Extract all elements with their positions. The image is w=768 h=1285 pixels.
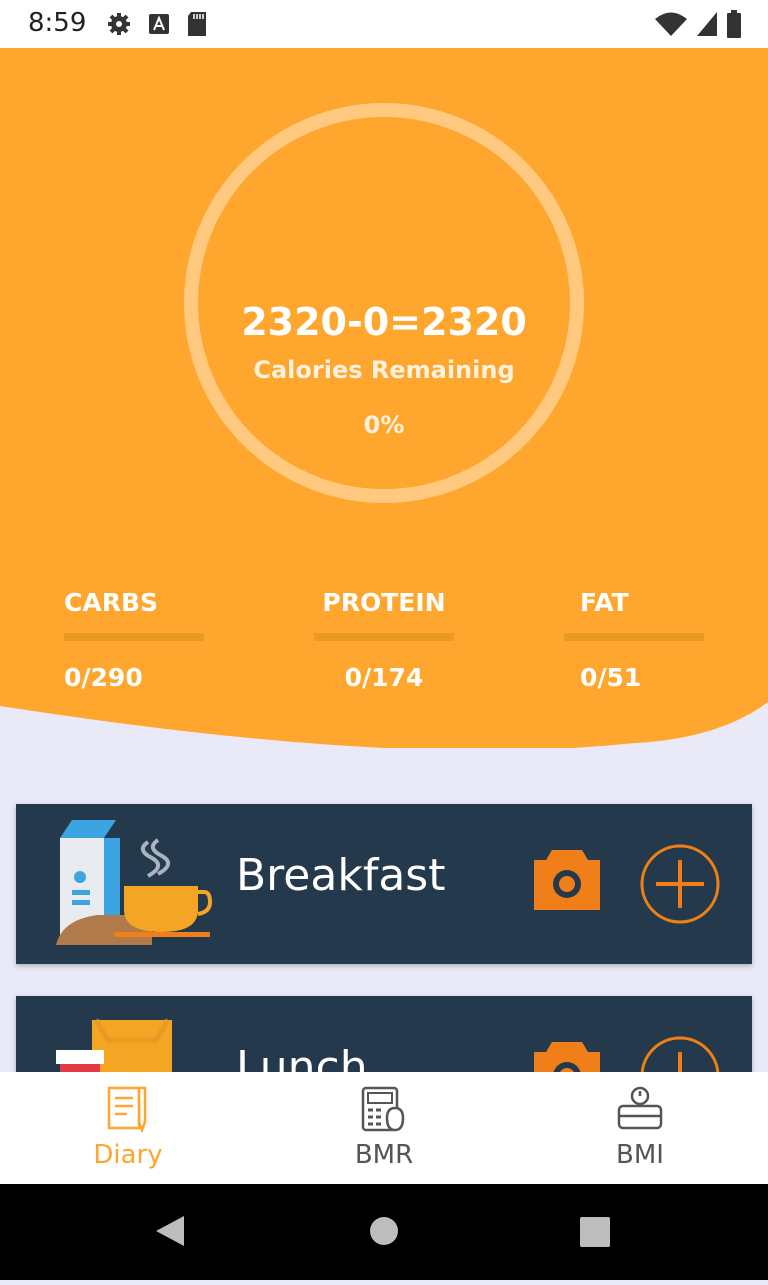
macro-progress-bar (314, 633, 454, 641)
diary-icon (107, 1086, 147, 1134)
settings-icon (108, 13, 130, 35)
system-navigation-bar (0, 1184, 768, 1280)
calorie-equation: 2320-0=2320 (241, 300, 527, 344)
nav-label: BMR (354, 1140, 414, 1170)
meal-name: Breakfast (236, 850, 446, 901)
macro-progress-bar (564, 633, 704, 641)
nav-item-bmr[interactable]: BMR (294, 1072, 474, 1184)
status-icons-right (654, 10, 742, 38)
macro-label: PROTEIN (322, 588, 446, 617)
bottom-navigation: Diary BMR BMI (0, 1072, 768, 1184)
signal-icon (697, 12, 717, 36)
nav-label: BMI (616, 1140, 664, 1170)
a-icon (149, 14, 169, 34)
sd-card-icon (188, 12, 206, 36)
macro-label: FAT (580, 588, 629, 617)
macro-fat: FAT 0/51 (564, 588, 704, 692)
macro-value: 0/290 (64, 663, 143, 692)
status-time: 8:59 (28, 8, 87, 38)
home-icon[interactable] (370, 1217, 398, 1245)
camera-icon[interactable] (532, 850, 602, 912)
calorie-summary-panel: 2320-0=2320 Calories Remaining 0% CARBS … (0, 48, 768, 748)
battery-icon (727, 10, 741, 38)
calories-remaining-label: Calories Remaining (253, 356, 515, 384)
nav-label: Diary (93, 1140, 163, 1170)
macro-progress-bar (64, 633, 204, 641)
status-icons-left (106, 11, 208, 37)
nav-item-bmi[interactable]: BMI (550, 1072, 730, 1184)
scale-icon (617, 1086, 663, 1130)
status-bar: 8:59 (0, 0, 768, 48)
recents-icon[interactable] (580, 1217, 610, 1247)
macro-protein: PROTEIN 0/174 (314, 588, 454, 692)
macro-carbs: CARBS 0/290 (64, 588, 204, 692)
progress-percent: 0% (363, 411, 405, 439)
calculator-kcal-icon (361, 1086, 405, 1132)
macro-value: 0/51 (580, 663, 642, 692)
wifi-icon (655, 12, 687, 36)
breakfast-food-icon (56, 820, 212, 945)
add-food-button[interactable] (638, 842, 722, 926)
nav-item-diary[interactable]: Diary (38, 1072, 218, 1184)
macro-label: CARBS (64, 588, 159, 617)
meal-card-breakfast[interactable]: Breakfast (16, 804, 752, 964)
back-icon[interactable] (156, 1216, 184, 1246)
macro-value: 0/174 (344, 663, 424, 692)
